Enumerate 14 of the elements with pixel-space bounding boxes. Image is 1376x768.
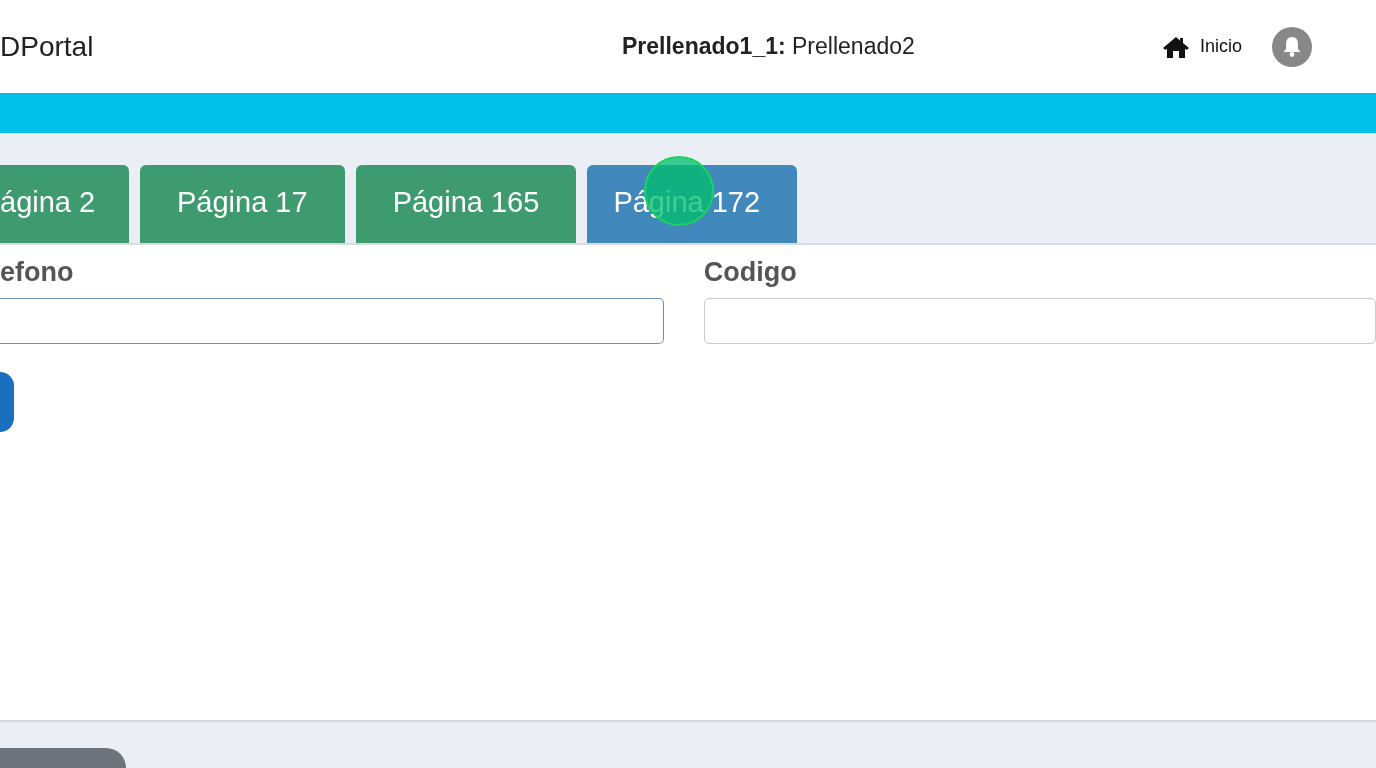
- text-field[interactable]: [0, 298, 664, 344]
- home-link[interactable]: Inicio: [1161, 34, 1242, 59]
- bell-icon: [1282, 35, 1302, 58]
- home-icon: [1161, 34, 1190, 59]
- text-field[interactable]: [703, 298, 1376, 344]
- notifications-button[interactable]: [1272, 26, 1312, 67]
- page-tab[interactable]: Página 17: [140, 165, 345, 243]
- field-label: Codigo: [703, 257, 798, 288]
- app-brand: DPortal: [0, 30, 95, 63]
- field-label: efono: [0, 257, 75, 288]
- page-tab[interactable]: ágina 2: [0, 165, 129, 243]
- page-tab[interactable]: Página 165: [355, 165, 577, 243]
- page-title: Prellenado1_1: Prellenado2: [622, 33, 916, 60]
- round-button[interactable]: [0, 372, 14, 432]
